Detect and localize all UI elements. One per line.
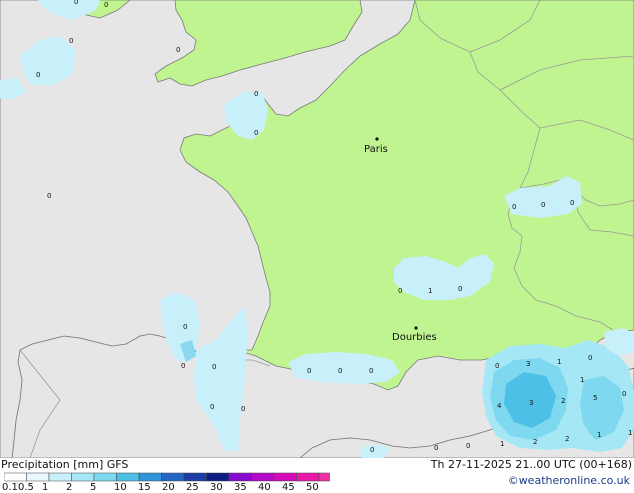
- legend-tick-label: 15: [138, 482, 151, 493]
- rain-value: 0: [241, 405, 245, 413]
- rain-value: 1: [428, 287, 432, 295]
- legend-tick-label: 10: [114, 482, 127, 493]
- rain-value: 0: [36, 71, 40, 79]
- rain-value: 0: [254, 129, 258, 137]
- rain-value: 0: [212, 363, 216, 371]
- city-dourbies-label: Dourbies: [392, 332, 437, 343]
- rain-value: 0: [398, 287, 402, 295]
- rain-value: 0: [338, 367, 342, 375]
- legend-swatch: [116, 472, 140, 482]
- rain-value: 2: [565, 435, 569, 443]
- legend-swatch: [4, 472, 27, 482]
- rain-value: 1: [580, 376, 584, 384]
- rain-value: 0: [622, 390, 626, 398]
- rain-value: 2: [561, 397, 565, 405]
- rain-value: 0: [466, 442, 470, 450]
- legend-swatch: [273, 472, 297, 482]
- legend-tick-label: 25: [186, 482, 199, 493]
- legend-tick-label: 45: [282, 482, 295, 493]
- rain-value: 0: [588, 354, 592, 362]
- rain-value: 3: [529, 399, 533, 407]
- rain-value: 2: [533, 438, 537, 446]
- legend-swatch: [251, 472, 275, 482]
- credit-link[interactable]: ©weatheronline.co.uk: [508, 474, 630, 487]
- legend-swatch: [71, 472, 95, 482]
- map-title: Precipitation [mm] GFS: [1, 458, 129, 471]
- legend-swatch: [183, 472, 207, 482]
- rain-value: 0: [104, 1, 108, 9]
- rain-value: 0: [570, 199, 574, 207]
- rain-value: 1: [500, 440, 504, 448]
- legend-tick-label: 40: [258, 482, 271, 493]
- legend-swatch: [318, 472, 330, 482]
- legend-swatch: [228, 472, 252, 482]
- legend-tick-label: 20: [162, 482, 175, 493]
- legend-tick-label: 0.1: [2, 482, 18, 493]
- forecast-time: Th 27-11-2025 21..00 UTC (00+168): [430, 458, 632, 471]
- rain-value: 3: [526, 360, 530, 368]
- city-paris-label: Paris: [364, 144, 388, 155]
- rain-value: 4: [497, 402, 502, 410]
- rain-value: 0: [47, 192, 51, 200]
- rain-value: 0: [176, 46, 180, 54]
- rain-value: 5: [593, 394, 597, 402]
- rain-value: 0: [495, 362, 499, 370]
- rain-value: 0: [181, 362, 185, 370]
- rain-value: 0: [254, 90, 258, 98]
- legend-tick-label: 35: [234, 482, 247, 493]
- city-paris-marker: [375, 137, 379, 141]
- rain-value: 0: [307, 367, 311, 375]
- legend-swatch: [296, 472, 320, 482]
- legend-tick-label: 50: [306, 482, 319, 493]
- city-dourbies-marker: [414, 326, 418, 330]
- map-footer: Precipitation [mm] GFS Th 27-11-2025 21.…: [0, 458, 634, 493]
- rain-value: 0: [74, 0, 78, 6]
- legend-tick-label: 1: [42, 482, 49, 493]
- rain-value: 0: [458, 285, 462, 293]
- rain-value: 0: [512, 203, 516, 211]
- precipitation-map: Paris Dourbies 0 0 0 0 0 0 0 0 0 0 0 1 0…: [0, 0, 634, 458]
- rain-value: 1: [597, 431, 601, 439]
- rain-value: 0: [210, 403, 214, 411]
- rain-value: 0: [183, 323, 187, 331]
- legend-tick-label: 30: [210, 482, 223, 493]
- legend-swatch: [48, 472, 72, 482]
- rain-value: 0: [434, 444, 438, 452]
- legend-tick-label: 2: [66, 482, 73, 493]
- legend-swatch: [26, 472, 50, 482]
- legend-swatch: [93, 472, 117, 482]
- rain-value: 1: [628, 429, 632, 437]
- legend-tick-label: 0.5: [18, 482, 34, 493]
- rain-value: 1: [557, 358, 561, 366]
- rain-value: 0: [370, 446, 374, 454]
- legend-swatch: [206, 472, 230, 482]
- rain-value: 0: [541, 201, 545, 209]
- rain-value: 0: [69, 37, 73, 45]
- legend-swatch: [138, 472, 162, 482]
- rain-value: 0: [369, 367, 373, 375]
- legend-swatch: [161, 472, 185, 482]
- legend-tick-label: 5: [90, 482, 97, 493]
- color-legend: [4, 472, 330, 482]
